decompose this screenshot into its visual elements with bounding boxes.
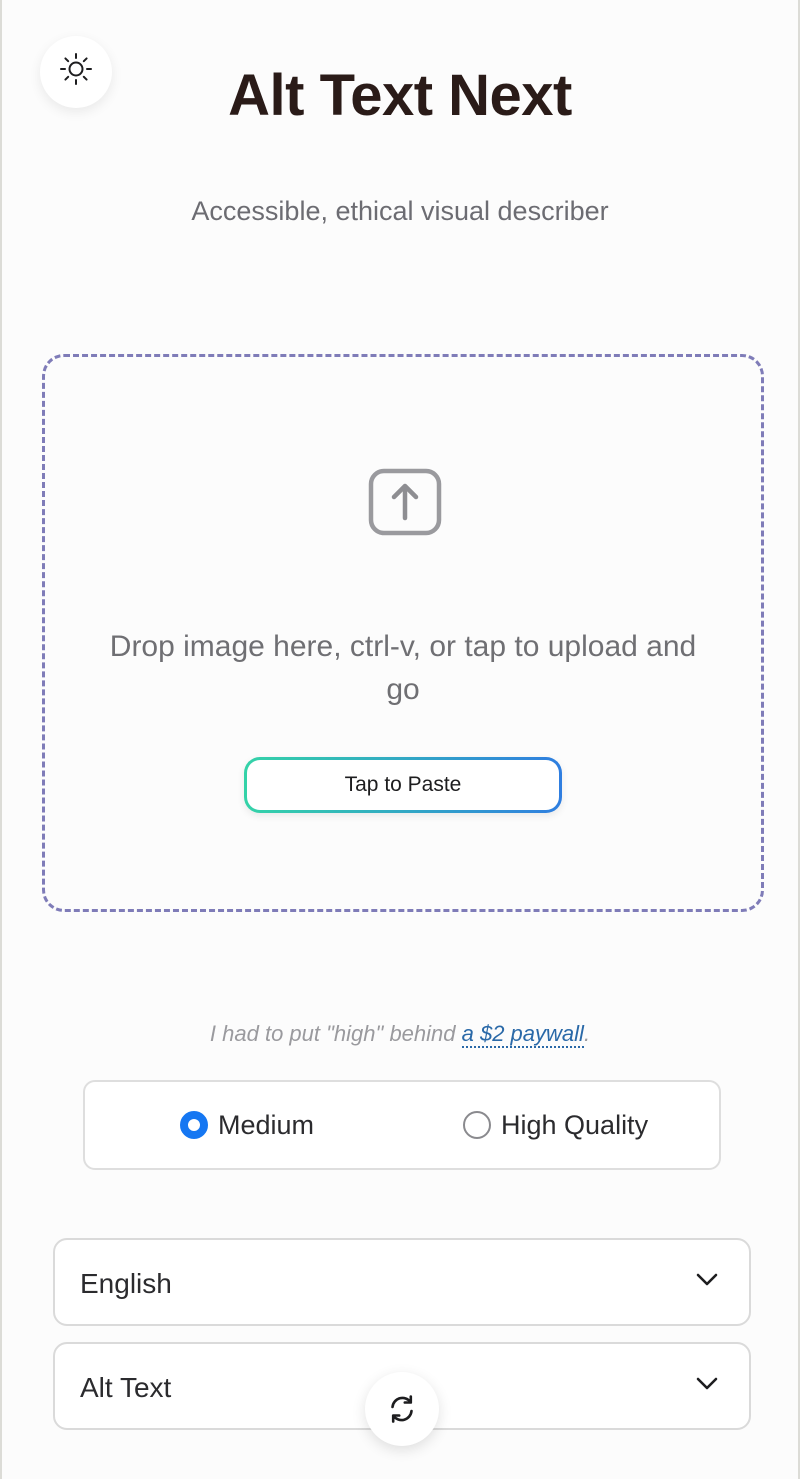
- refresh-icon: [391, 1395, 413, 1423]
- radio-medium[interactable]: [180, 1111, 208, 1139]
- paywall-note-text: I had to put "high" behind: [209, 1021, 462, 1046]
- quality-option-label: Medium: [218, 1109, 315, 1140]
- page-title: Alt Text Next: [228, 63, 572, 128]
- chevron-down-icon: [696, 1377, 718, 1390]
- paywall-note-suffix: .: [583, 1021, 591, 1046]
- quality-option-medium[interactable]: Medium: [180, 1082, 314, 1168]
- radio-high-quality[interactable]: [463, 1111, 491, 1139]
- app-page: Alt Text Next Accessible, ethical visual…: [0, 0, 800, 1479]
- refresh-button[interactable]: [365, 1372, 439, 1446]
- chevron-down-icon: [696, 1273, 718, 1286]
- paywall-link[interactable]: a $2 paywall: [461, 1021, 584, 1048]
- quality-option-high[interactable]: High Quality: [463, 1082, 648, 1168]
- language-select[interactable]: English: [53, 1238, 751, 1326]
- language-select-value: English: [80, 1268, 172, 1299]
- upload-icon: [368, 468, 442, 536]
- paywall-note: I had to put "high" behind a $2 paywall.: [2, 1021, 798, 1048]
- dropzone-instructions: Drop image here, ctrl-v, or tap to uploa…: [109, 630, 697, 706]
- image-dropzone[interactable]: Drop image here, ctrl-v, or tap to uploa…: [42, 354, 764, 912]
- output-type-select-value: Alt Text: [80, 1372, 172, 1403]
- quality-selector: Medium High Quality: [83, 1080, 721, 1170]
- tap-to-paste-button[interactable]: Tap to Paste: [244, 757, 562, 813]
- page-subtitle: Accessible, ethical visual describer: [191, 196, 609, 226]
- quality-option-label: High Quality: [501, 1109, 649, 1140]
